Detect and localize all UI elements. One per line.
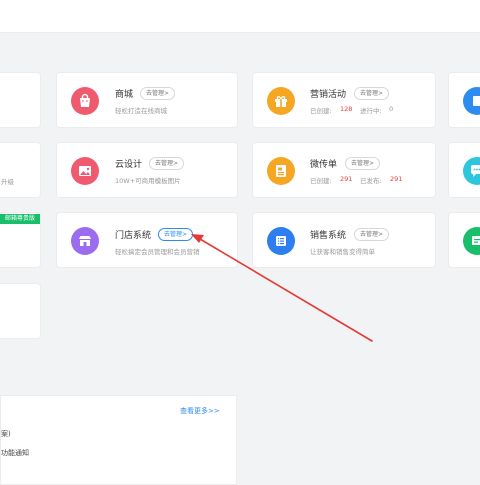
- annotation-arrow: [191, 234, 373, 342]
